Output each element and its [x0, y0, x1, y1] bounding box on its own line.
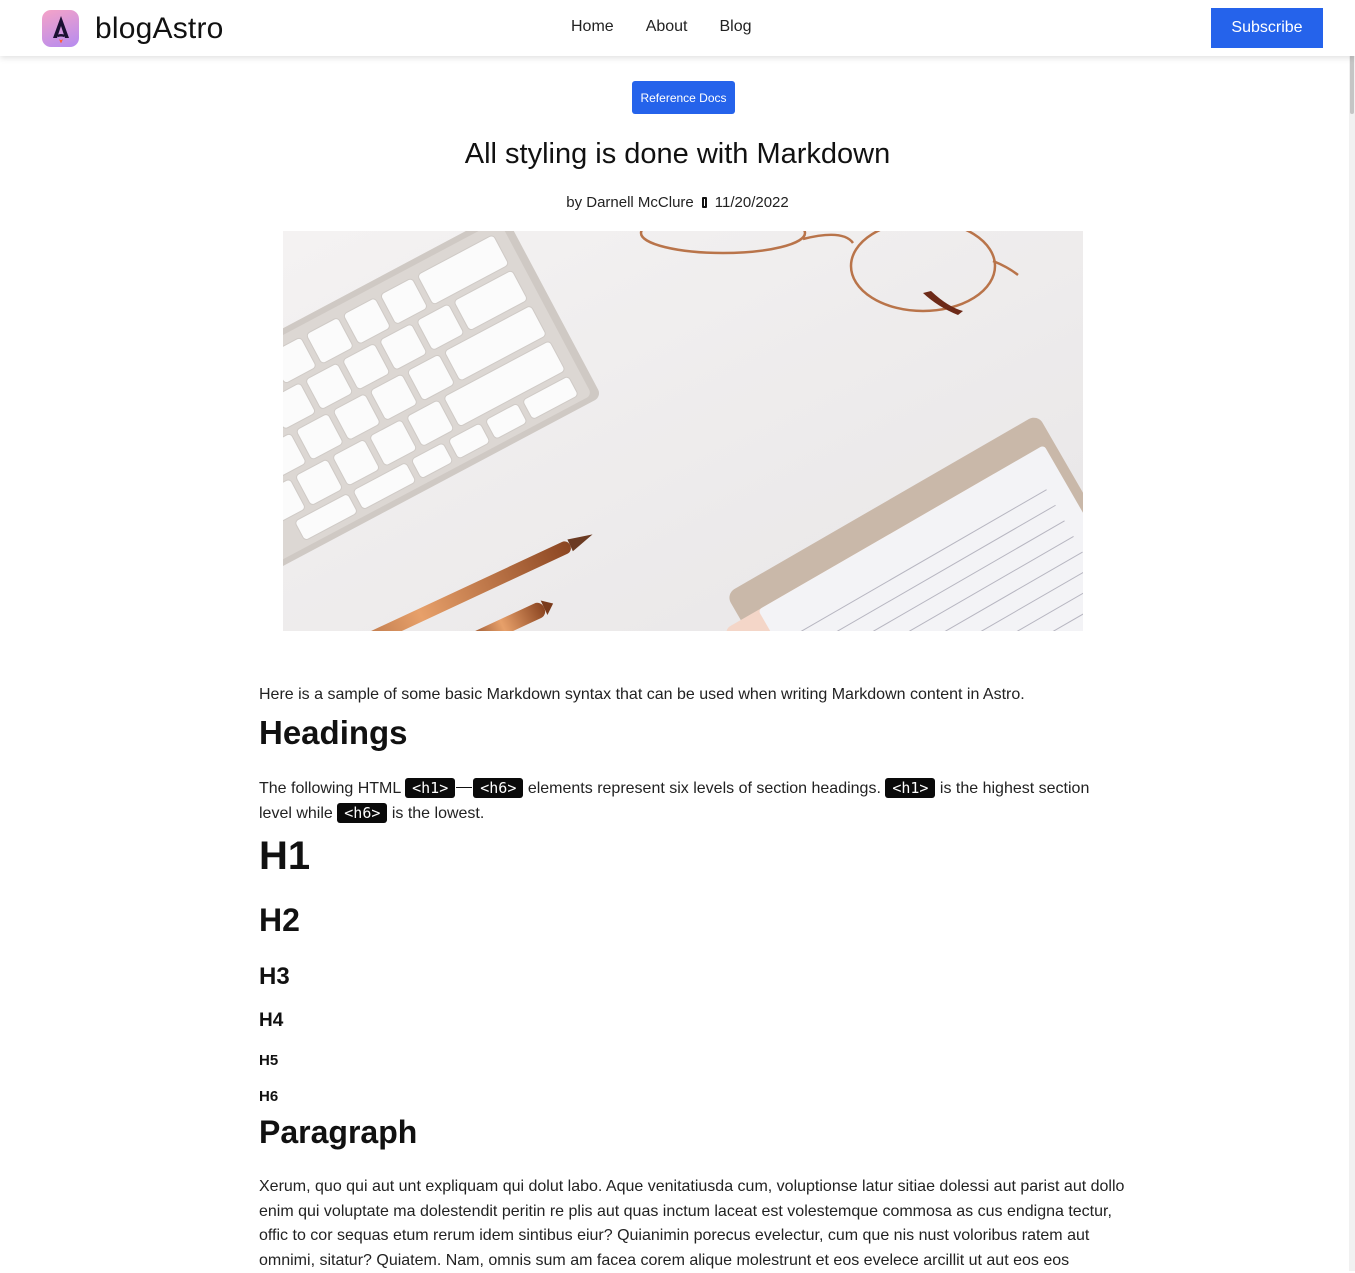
heading-h6-sample: H6: [259, 1088, 279, 1105]
article-title: All styling is done with Markdown: [464, 138, 891, 170]
separator-icon: [701, 197, 707, 208]
headings-text-part1: The following HTML: [259, 780, 406, 797]
category-tag[interactable]: Reference Docs: [632, 81, 735, 114]
brand-name: blogAstro: [95, 11, 224, 45]
site-header: blogAstro Home About Blog Subscribe: [0, 0, 1355, 56]
subscribe-button[interactable]: Subscribe: [1211, 8, 1323, 48]
headings-text-part4: is the lowest.: [387, 805, 485, 822]
paragraph-sample: Xerum, quo qui aut unt expliquam qui dol…: [259, 1178, 1125, 1269]
section-headings-title: Headings: [259, 714, 408, 751]
publish-date: 11/20/2022: [714, 194, 789, 211]
section-paragraph-title: Paragraph: [259, 1114, 418, 1150]
article-meta: by Darnell McClure 11/20/2022: [0, 194, 1355, 211]
brand-logo-link[interactable]: blogAstro: [42, 10, 224, 47]
nav-about[interactable]: About: [646, 18, 688, 36]
inline-code-h6: <h6>: [473, 778, 524, 798]
headings-description: The following HTML <h1> <h6> elements rep…: [259, 776, 1119, 826]
heading-h4-sample: H4: [259, 1010, 284, 1031]
heading-h2-sample: H2: [259, 902, 300, 938]
inline-code-h1-second: <h1>: [885, 778, 936, 798]
inline-code-h1: <h1>: [405, 778, 456, 798]
nav-home[interactable]: Home: [571, 18, 614, 36]
headings-text-part2: elements represent six levels of section…: [523, 780, 886, 797]
heading-h1-sample: H1: [259, 834, 311, 878]
heading-h5-sample: H5: [259, 1052, 279, 1069]
main-nav: Home About Blog: [571, 18, 784, 36]
dash-separator: [456, 787, 473, 788]
hero-image: [283, 231, 1083, 631]
heading-h3-sample: H3: [259, 963, 290, 990]
astro-logo-icon: [42, 10, 79, 47]
author: by Darnell McClure: [566, 194, 694, 211]
scrollbar-track[interactable]: [1349, 0, 1355, 1271]
intro-paragraph: Here is a sample of some basic Markdown …: [259, 686, 1025, 703]
nav-blog[interactable]: Blog: [720, 18, 752, 36]
inline-code-h6-second: <h6>: [337, 803, 388, 823]
